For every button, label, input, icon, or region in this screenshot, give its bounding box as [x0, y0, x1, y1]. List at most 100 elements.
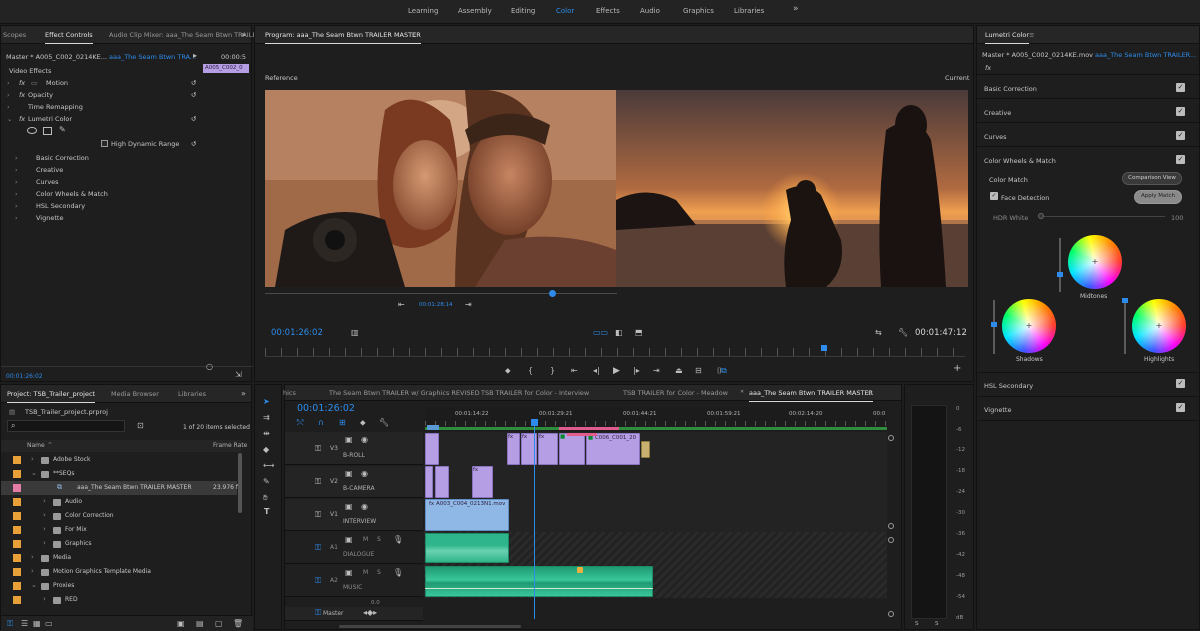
tab-trailer-meadow[interactable]: TSB TRAILER for Color - Meadow	[623, 389, 728, 397]
project-list-item[interactable]: › Audio	[1, 495, 237, 509]
chevron-right-icon[interactable]: ›	[15, 214, 18, 222]
work-area-bar[interactable]	[425, 427, 887, 430]
project-list-item[interactable]: › Graphics	[1, 537, 237, 551]
fx-toggle[interactable]: fx	[985, 64, 991, 72]
lumetri-hsl-secondary[interactable]: HSL Secondary	[984, 382, 1033, 390]
highlights-luma-slider[interactable]	[1122, 298, 1128, 354]
tab-scopes[interactable]: Scopes	[3, 31, 26, 39]
track-select-tool-icon[interactable]: ⇉	[263, 413, 270, 423]
lock-icon[interactable]: ⚿	[7, 619, 13, 629]
list-view-icon[interactable]: ☰	[21, 619, 28, 629]
highlights-color-wheel[interactable]: +	[1132, 299, 1186, 353]
vertical-zoom-handle[interactable]	[888, 523, 894, 529]
tab-trailer-revised[interactable]: The Seam Btwn TRAILER w/ Graphics REVISE…	[329, 389, 480, 397]
project-list-item[interactable]: › Motion Graphics Template Media	[1, 565, 237, 579]
play-icon[interactable]: ▶	[613, 366, 620, 376]
music-audio-clip[interactable]	[425, 566, 653, 597]
lumetri-curves[interactable]: Curves	[984, 133, 1007, 141]
basic-correction-checkbox[interactable]: ✓	[1176, 83, 1185, 92]
trash-icon[interactable]: 🗑︎	[233, 619, 243, 629]
chevron-right-icon[interactable]: ›	[43, 511, 46, 519]
step-forward-icon[interactable]: |▸	[633, 366, 640, 376]
midtones-luma-slider[interactable]	[1057, 238, 1063, 292]
reset-icon[interactable]: ↺	[191, 91, 196, 99]
nest-icon[interactable]: ⊞	[339, 418, 346, 428]
chevron-right-icon[interactable]: ›	[31, 455, 34, 463]
mark-out-icon[interactable]: }	[550, 366, 555, 376]
sync-icon[interactable]: ▣	[345, 568, 353, 578]
new-bin-icon[interactable]: ▣	[177, 619, 185, 629]
effect-motion[interactable]: Motion	[46, 79, 68, 87]
workspace-editing[interactable]: Editing	[511, 7, 535, 15]
workspace-learning[interactable]: Learning	[408, 7, 438, 15]
chevron-down-icon[interactable]: ⌄	[31, 581, 37, 589]
creative-checkbox[interactable]: ✓	[1176, 107, 1185, 116]
new-item-icon[interactable]: ▢	[215, 619, 223, 629]
project-list-item[interactable]: › Adobe Stock	[1, 453, 237, 467]
ruler-marker[interactable]	[427, 425, 439, 430]
panel-overflow-icon[interactable]: »	[241, 389, 246, 399]
reference-timecode[interactable]: 00:01:28:14	[419, 302, 453, 308]
chevron-right-icon[interactable]: ›	[15, 178, 18, 186]
column-name[interactable]: Name	[27, 442, 45, 449]
microphone-icon[interactable]: 🎙︎	[393, 568, 403, 578]
tab-trailer-interview[interactable]: TSB TRAILER for Color - Interview	[481, 389, 589, 397]
ec-creative[interactable]: Creative	[36, 166, 63, 174]
chevron-right-icon[interactable]: ›	[15, 154, 18, 162]
project-list-item[interactable]: ⧉ aaa_The Seam Btwn TRAILER MASTER 23.976 …	[1, 481, 238, 495]
clip[interactable]: fx	[507, 433, 520, 465]
previous-edit-icon[interactable]: ⇤	[398, 300, 405, 310]
lift-icon[interactable]: ⏏	[675, 366, 683, 376]
lock-icon[interactable]: ⚿	[315, 477, 321, 487]
horizontal-split-icon[interactable]: ⬒	[635, 328, 643, 338]
tab-libraries[interactable]: Libraries	[178, 390, 206, 398]
workspace-color[interactable]: Color	[556, 7, 574, 15]
chevron-right-icon[interactable]: ›	[43, 539, 46, 547]
chevron-right-icon[interactable]: ›	[43, 497, 46, 505]
shadows-luma-slider[interactable]	[991, 300, 997, 354]
extract-icon[interactable]: ⊟	[695, 366, 702, 376]
ec-curves[interactable]: Curves	[36, 178, 59, 186]
tab-media-browser[interactable]: Media Browser	[111, 390, 159, 398]
program-timecode-left[interactable]: 00:01:26:02	[271, 328, 323, 338]
ec-hsl-secondary[interactable]: HSL Secondary	[36, 202, 85, 210]
clip[interactable]: fx	[538, 433, 558, 465]
panel-menu-icon[interactable]: ≡	[1029, 31, 1034, 39]
project-list-item[interactable]: › RED	[1, 593, 237, 607]
panel-menu-icon[interactable]: ≡	[411, 31, 416, 39]
lumetri-vignette[interactable]: Vignette	[984, 406, 1011, 414]
ec-basic-correction[interactable]: Basic Correction	[36, 154, 89, 162]
project-list-item[interactable]: ⌄ Proxies	[1, 579, 237, 593]
keyframe-navigation-icon[interactable]: ◂◆▸	[363, 608, 377, 618]
playhead-handle[interactable]	[531, 419, 538, 426]
swap-sides-icon[interactable]: ⇆	[875, 328, 882, 338]
close-icon[interactable]: ✕	[740, 389, 744, 395]
lock-icon[interactable]: ⚿	[315, 576, 321, 586]
snap-icon[interactable]: ⤲	[297, 418, 303, 428]
comparison-view-button[interactable]: Comparison View	[1122, 172, 1182, 185]
new-item-icon[interactable]: ▤	[196, 619, 204, 629]
clip[interactable]	[425, 466, 433, 498]
ec-timecode[interactable]: 00:01:26:02	[6, 373, 43, 380]
pen-mask-icon[interactable]: ✎	[59, 125, 66, 135]
sync-icon[interactable]: ▣	[345, 435, 353, 445]
export-frame-icon[interactable]: ⇲	[235, 370, 242, 380]
hand-tool-icon[interactable]: ✋︎	[263, 493, 268, 503]
tab-graphics-sequence[interactable]: hics	[283, 389, 296, 397]
project-list-item[interactable]: › For Mix	[1, 523, 237, 537]
lock-icon[interactable]: ⚿	[315, 543, 321, 553]
tab-project[interactable]: Project: TSB_Trailer_project	[7, 390, 96, 403]
scroll-handle[interactable]: ○	[206, 362, 213, 372]
chevron-right-icon[interactable]: ›	[7, 79, 10, 87]
wrench-icon[interactable]: 🔧︎	[379, 418, 389, 428]
vertical-zoom-handle[interactable]	[888, 537, 894, 543]
new-bin-icon[interactable]: ⊡	[137, 421, 144, 431]
midtones-color-wheel[interactable]: +	[1068, 235, 1122, 289]
lock-icon[interactable]: ⚿	[315, 510, 321, 520]
chevron-right-icon[interactable]: ›	[43, 595, 46, 603]
ec-sequence-label[interactable]: aaa_The Seam Btwn TRA...	[109, 53, 196, 61]
linked-selection-icon[interactable]: ∩	[318, 418, 324, 428]
ec-vignette[interactable]: Vignette	[36, 214, 63, 222]
curves-checkbox[interactable]: ✓	[1176, 131, 1185, 140]
timeline-playhead[interactable]	[534, 419, 535, 619]
